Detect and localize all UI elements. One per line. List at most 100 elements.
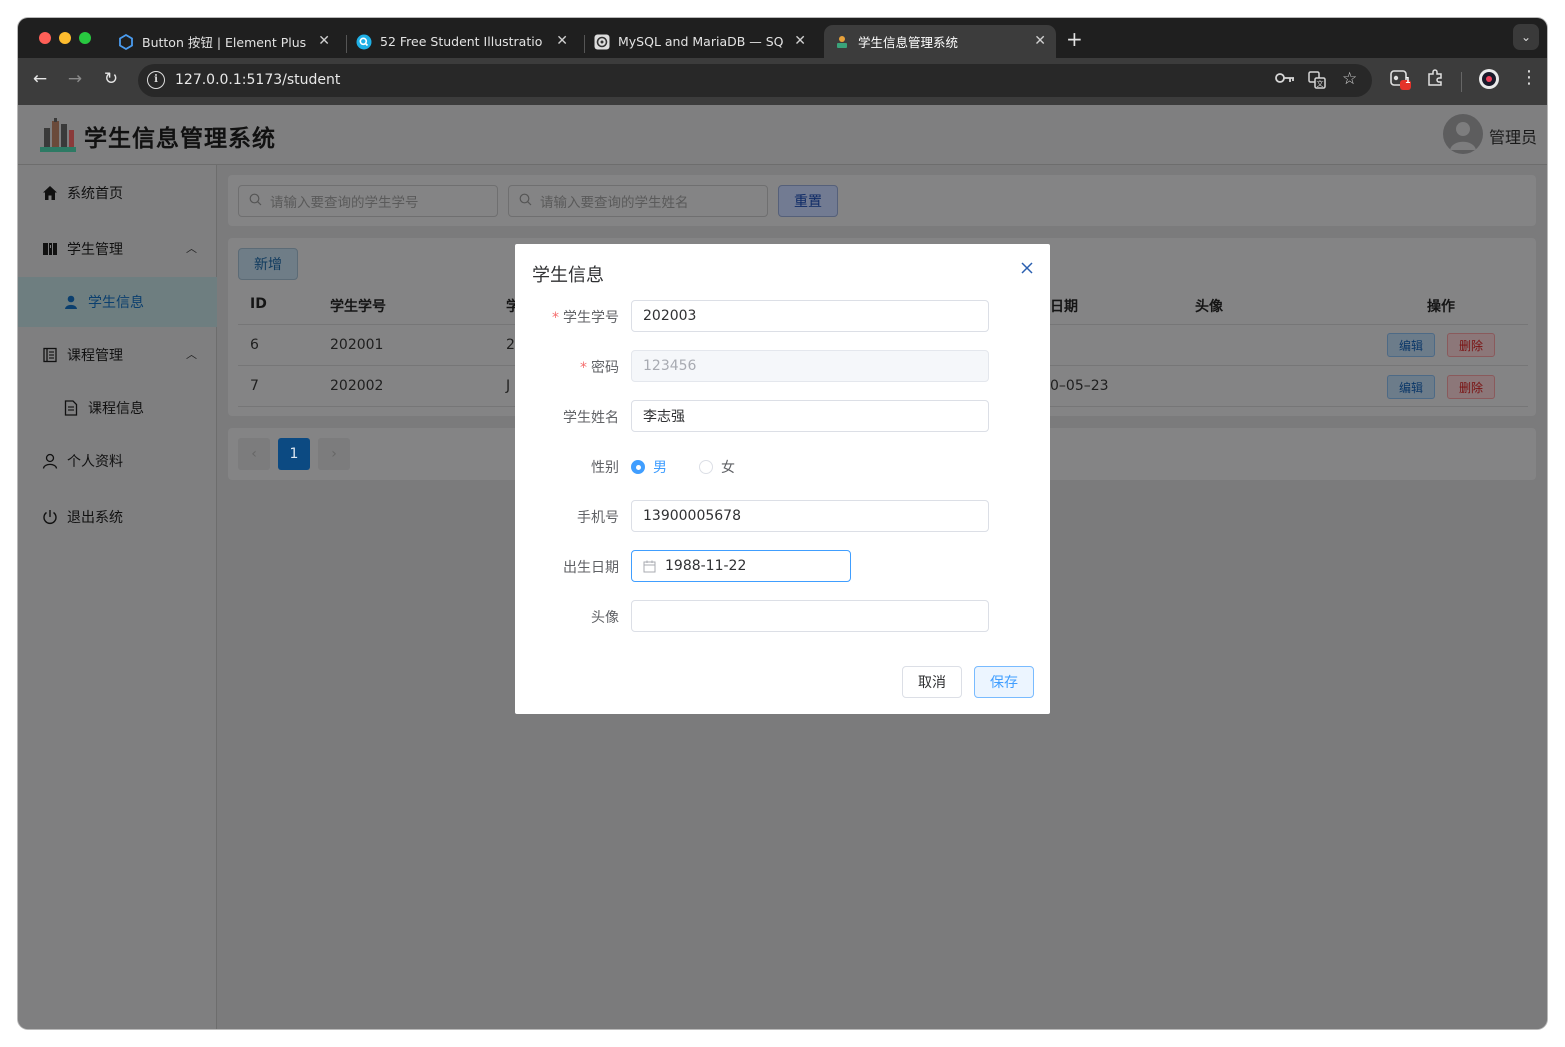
edit-button[interactable]: 编辑 [1387, 333, 1435, 357]
profile-icon[interactable] [1478, 68, 1500, 94]
student-no-label: * 学生学号 [552, 310, 619, 326]
sidebar-item-course-management[interactable]: 课程管理 ︿ [18, 330, 217, 380]
sqla-icon [594, 34, 610, 50]
chevron-up-icon: ︿ [186, 348, 197, 361]
app-favicon [834, 34, 850, 50]
chevron-down-icon[interactable]: ⌄ [1513, 24, 1539, 50]
phone-field[interactable]: 13900005678 [631, 500, 989, 532]
calendar-icon [643, 560, 656, 573]
gender-male-radio[interactable]: 男 [631, 457, 667, 477]
close-tab-icon[interactable]: ✕ [318, 33, 330, 49]
save-button[interactable]: 保存 [974, 666, 1034, 698]
student-no-search-input[interactable]: 请输入要查询的学生学号 [238, 185, 498, 217]
student-name-search-input[interactable]: 请输入要查询的学生姓名 [508, 185, 768, 217]
browser-window: Button 按钮 | Element Plus ✕ 52 Free Stude… [18, 18, 1547, 1029]
close-tab-icon[interactable]: ✕ [556, 33, 568, 49]
close-tab-icon[interactable]: ✕ [1034, 33, 1046, 49]
column-header-birth-date: 日期 [1050, 299, 1078, 315]
sidebar-item-home[interactable]: 系统首页 [18, 168, 217, 218]
bookmark-star-icon[interactable]: ☆ [1342, 69, 1357, 89]
user-icon [62, 293, 80, 311]
back-arrow-icon[interactable]: ← [29, 69, 51, 89]
puzzle-extensions-icon[interactable] [1426, 69, 1444, 91]
sidebar-item-student-info[interactable]: 学生信息 [18, 277, 217, 327]
avatar-field[interactable] [631, 600, 989, 632]
delete-button[interactable]: 删除 [1447, 333, 1495, 357]
birth-date-label: 出生日期 [563, 560, 619, 576]
extension-badge-icon[interactable]: 1 [1390, 69, 1412, 95]
address-bar[interactable]: i 127.0.0.1:5173/student 文 ☆ [138, 64, 1372, 97]
column-header-actions: 操作 [1427, 299, 1455, 315]
cell-name: 2 [506, 337, 515, 353]
browser-toolbar: ← → ↻ i 127.0.0.1:5173/student 文 ☆ 1 ⋮ [18, 58, 1547, 105]
forward-arrow-icon[interactable]: → [64, 69, 86, 89]
student-name-field[interactable]: 李志强 [631, 400, 989, 432]
power-icon [41, 508, 59, 526]
cell-student-no: 202001 [330, 337, 384, 353]
next-page-button[interactable]: › [318, 438, 350, 470]
search-icon [519, 193, 532, 210]
column-header-avatar: 头像 [1195, 299, 1223, 315]
sidebar-item-course-info[interactable]: 课程信息 [18, 383, 217, 433]
tab-student-illustrations[interactable]: 52 Free Student Illustrations ✕ [348, 25, 578, 58]
tab-element-plus[interactable]: Button 按钮 | Element Plus ✕ [110, 25, 340, 58]
notebook-icon [41, 346, 59, 364]
prev-page-button[interactable]: ‹ [238, 438, 270, 470]
delete-button[interactable]: 删除 [1447, 375, 1495, 399]
reload-icon[interactable]: ↻ [100, 69, 122, 89]
birth-date-picker[interactable]: 1988-11-22 [631, 550, 851, 582]
gender-label: 性别 [591, 460, 619, 476]
user-outline-icon [41, 452, 59, 470]
chevron-up-icon: ︿ [186, 242, 197, 255]
sidebar-item-logout[interactable]: 退出系统 [18, 492, 217, 542]
search-icon [249, 193, 262, 210]
avatar[interactable] [1443, 114, 1483, 154]
add-button[interactable]: 新增 [238, 248, 298, 280]
sidebar-item-profile[interactable]: 个人资料 [18, 436, 217, 486]
cell-birth-date: 0–05–23 [1050, 378, 1109, 394]
close-icon[interactable] [1020, 256, 1034, 280]
cell-name: J [506, 378, 511, 394]
book-icon [41, 240, 59, 258]
student-no-field[interactable]: 202003 [631, 300, 989, 332]
new-tab-icon[interactable]: + [1066, 27, 1083, 51]
user-name[interactable]: 管理员 [1489, 124, 1537, 148]
gender-female-radio[interactable]: 女 [699, 457, 735, 477]
tab-sqla[interactable]: MySQL and MariaDB — SQLA ✕ [586, 25, 816, 58]
password-field: 123456 [631, 350, 989, 382]
url-text[interactable]: 127.0.0.1:5173/student [175, 72, 340, 88]
svg-text:文: 文 [1317, 79, 1324, 88]
maximize-window-button[interactable] [79, 32, 91, 44]
sidebar: 系统首页 学生管理 ︿ 学生信息 课程管理 ︿ 课程信息 个人资料 退出系统 [18, 165, 217, 1029]
more-menu-icon[interactable]: ⋮ [1520, 67, 1538, 88]
dialog-title: 学生信息 [532, 265, 604, 286]
search-card: 请输入要查询的学生学号 请输入要查询的学生姓名 重置 [228, 175, 1536, 226]
app-title: 学生信息管理系统 [84, 126, 276, 152]
home-icon [41, 184, 59, 202]
tab-student-system[interactable]: 学生信息管理系统 ✕ [824, 25, 1056, 58]
search-icon [356, 34, 372, 50]
sidebar-item-student-management[interactable]: 学生管理 ︿ [18, 224, 217, 274]
cell-student-no: 202002 [330, 378, 384, 394]
student-name-label: 学生姓名 [563, 410, 619, 426]
password-label: * 密码 [580, 360, 619, 376]
page-number-button[interactable]: 1 [278, 438, 310, 470]
element-plus-icon [118, 33, 134, 50]
column-header-student-no: 学生学号 [330, 299, 386, 315]
minimize-window-button[interactable] [59, 32, 71, 44]
student-info-dialog: 学生信息 * 学生学号 202003 * 密码 123456 学生姓名 李志强 性别… [515, 244, 1050, 714]
password-key-icon[interactable] [1275, 71, 1295, 89]
document-icon [62, 399, 80, 417]
edit-button[interactable]: 编辑 [1387, 375, 1435, 399]
close-tab-icon[interactable]: ✕ [794, 33, 806, 49]
site-info-icon[interactable]: i [147, 71, 165, 89]
logo-icon [38, 116, 78, 154]
cancel-button[interactable]: 取消 [902, 666, 962, 698]
tab-bar: Button 按钮 | Element Plus ✕ 52 Free Stude… [18, 18, 1547, 58]
close-window-button[interactable] [39, 32, 51, 44]
cell-id: 7 [250, 378, 259, 394]
avatar-label: 头像 [591, 610, 619, 626]
app-header: 学生信息管理系统 管理员 [18, 105, 1547, 165]
reset-button[interactable]: 重置 [778, 185, 838, 217]
translate-icon[interactable]: 文 [1308, 71, 1326, 93]
